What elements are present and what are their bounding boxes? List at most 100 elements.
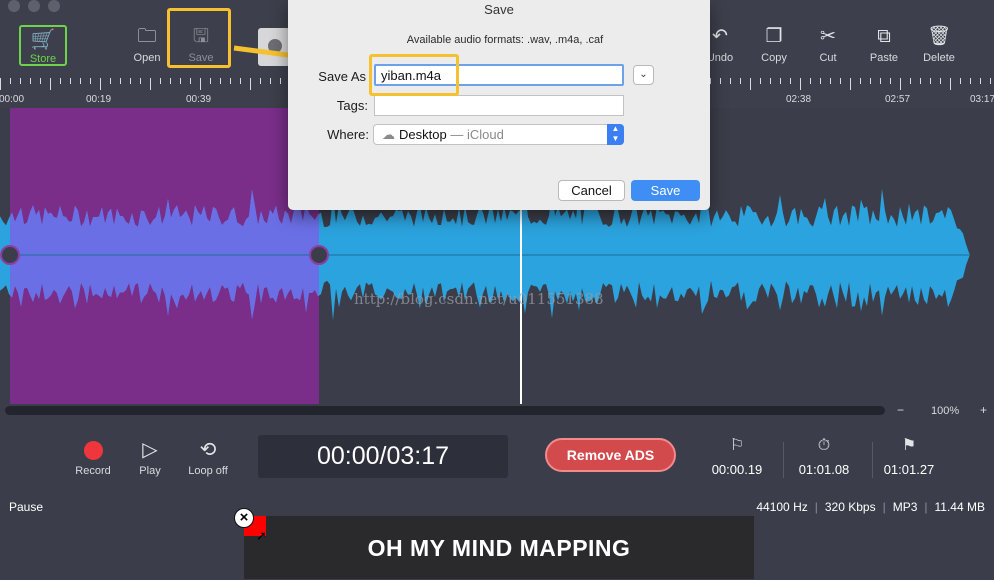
save-dialog: Save Available audio formats: .wav, .m4a… xyxy=(288,0,710,210)
ad-close-icon[interactable]: × xyxy=(234,508,254,528)
mouse-cursor-icon: ➚ xyxy=(256,528,267,543)
delete-button[interactable]: 🗑 Delete xyxy=(910,26,968,64)
paste-label: Paste xyxy=(869,52,899,64)
ad-banner[interactable]: OH MY MIND MAPPING xyxy=(244,516,754,579)
expand-dialog-button[interactable]: ⌄ xyxy=(633,65,654,85)
save-button-highlight xyxy=(167,8,231,68)
ruler-tick xyxy=(210,78,211,84)
playback-state: Pause xyxy=(9,500,44,514)
where-dropdown[interactable]: ☁ Desktop — iCloud ▲ ▼ xyxy=(373,124,624,145)
save-as-highlight xyxy=(369,54,459,96)
paste-button[interactable]: ⧉ Paste xyxy=(855,26,913,64)
ruler-tick xyxy=(10,78,11,84)
trash-icon: 🗑 xyxy=(926,26,952,47)
marker-end[interactable]: ⚑ 01:01.27 xyxy=(874,434,944,477)
cut-button[interactable]: ✂ Cut xyxy=(799,26,857,64)
ruler-tick xyxy=(710,78,711,84)
marker-divider xyxy=(872,442,873,478)
paste-icon: ⧉ xyxy=(877,26,891,47)
window-minimize-button[interactable] xyxy=(28,0,40,12)
available-formats: Available audio formats: .wav, .m4a, .ca… xyxy=(406,34,604,46)
selection-start-handle[interactable] xyxy=(0,245,20,265)
ruler-tick xyxy=(820,78,821,84)
watermark-text: http://blog.csdn.net/u011551388 xyxy=(354,290,604,308)
tags-field[interactable] xyxy=(374,95,624,116)
marker-start[interactable]: ⚐ 00:00.19 xyxy=(702,434,772,477)
store-button[interactable]: 🛒 Store xyxy=(19,25,67,66)
file-format: MP3 xyxy=(892,500,918,514)
where-service: — iCloud xyxy=(450,127,504,142)
ruler-label: 02:38 xyxy=(786,94,812,105)
ruler-tick xyxy=(870,78,871,84)
ruler-tick xyxy=(30,78,31,84)
ruler-tick xyxy=(790,78,791,84)
ruler-tick xyxy=(760,78,761,84)
save-as-label: Save As xyxy=(318,69,366,84)
transport-bar: Record ▷ Play ⟲ Loop off 00:00/03:17 Rem… xyxy=(0,420,994,496)
ruler-tick xyxy=(980,78,981,84)
cancel-button[interactable]: Cancel xyxy=(558,180,625,201)
zoom-in-button[interactable]: + xyxy=(980,403,987,417)
ruler-tick xyxy=(740,78,741,84)
ruler-tick xyxy=(830,78,831,84)
ruler-tick xyxy=(960,78,961,84)
cut-label: Cut xyxy=(819,52,837,64)
ruler-tick xyxy=(970,78,971,84)
copy-button[interactable]: ❐ Copy xyxy=(745,26,803,64)
ruler-tick xyxy=(930,78,931,84)
file-size: 11.44 MB xyxy=(934,500,985,514)
selection-end-handle[interactable] xyxy=(309,245,329,265)
copy-icon: ❐ xyxy=(765,26,783,47)
marker-duration-time: 01:01.08 xyxy=(798,462,850,477)
ruler-tick xyxy=(720,78,721,84)
ruler-tick xyxy=(150,78,151,90)
ruler-tick xyxy=(850,78,851,90)
marker-divider xyxy=(783,442,784,478)
ruler-tick xyxy=(810,78,811,84)
ruler-tick xyxy=(900,78,901,90)
ruler-tick xyxy=(750,78,751,90)
marker-end-time: 01:01.27 xyxy=(883,462,935,477)
loop-label: Loop off xyxy=(188,465,228,477)
store-label: Store xyxy=(29,53,57,65)
marker-duration[interactable]: ⏱ 01:01.08 xyxy=(789,434,859,477)
remove-ads-button[interactable]: Remove ADS xyxy=(545,438,676,472)
ruler-tick xyxy=(780,78,781,84)
ruler-tick xyxy=(860,78,861,84)
save-button[interactable]: Save xyxy=(631,180,700,201)
ruler-tick xyxy=(220,78,221,84)
ruler-tick xyxy=(840,78,841,84)
ruler-tick xyxy=(130,78,131,84)
ruler-tick xyxy=(910,78,911,84)
ruler-label: 00:19 xyxy=(86,94,112,105)
ruler-tick xyxy=(920,78,921,84)
file-info: 44100 Hz | 320 Kbps | MP3 | 11.44 MB xyxy=(756,500,985,514)
loop-button[interactable]: ⟲ Loop off xyxy=(173,437,243,477)
ruler-tick xyxy=(110,78,111,84)
ruler-tick xyxy=(890,78,891,84)
ruler-tick xyxy=(950,78,951,90)
ruler-tick xyxy=(80,78,81,84)
ruler-tick xyxy=(190,78,191,84)
timeline-scrollbar[interactable] xyxy=(5,406,885,415)
flag-filled-icon: ⚑ xyxy=(901,437,917,454)
where-label: Where: xyxy=(327,127,369,142)
ruler-tick xyxy=(940,78,941,84)
time-display: 00:00/03:17 xyxy=(258,435,508,478)
sample-rate: 44100 Hz xyxy=(756,500,808,514)
ruler-tick xyxy=(730,78,731,84)
ruler-tick xyxy=(40,78,41,84)
ruler-tick xyxy=(230,78,231,84)
ruler-label: 00:00 xyxy=(0,94,25,105)
window-close-button[interactable] xyxy=(8,0,20,12)
record-label: Record xyxy=(75,465,111,477)
ruler-tick xyxy=(770,78,771,84)
status-bar: Pause 44100 Hz | 320 Kbps | MP3 | 11.44 MB xyxy=(0,496,994,516)
bitrate: 320 Kbps xyxy=(824,500,876,514)
window-zoom-button[interactable] xyxy=(48,0,60,12)
scissors-icon: ✂ xyxy=(820,26,836,47)
zoom-out-button[interactable]: − xyxy=(897,403,904,417)
ruler-tick xyxy=(140,78,141,84)
dialog-title: Save xyxy=(484,2,514,17)
ruler-label: 02:57 xyxy=(885,94,911,105)
